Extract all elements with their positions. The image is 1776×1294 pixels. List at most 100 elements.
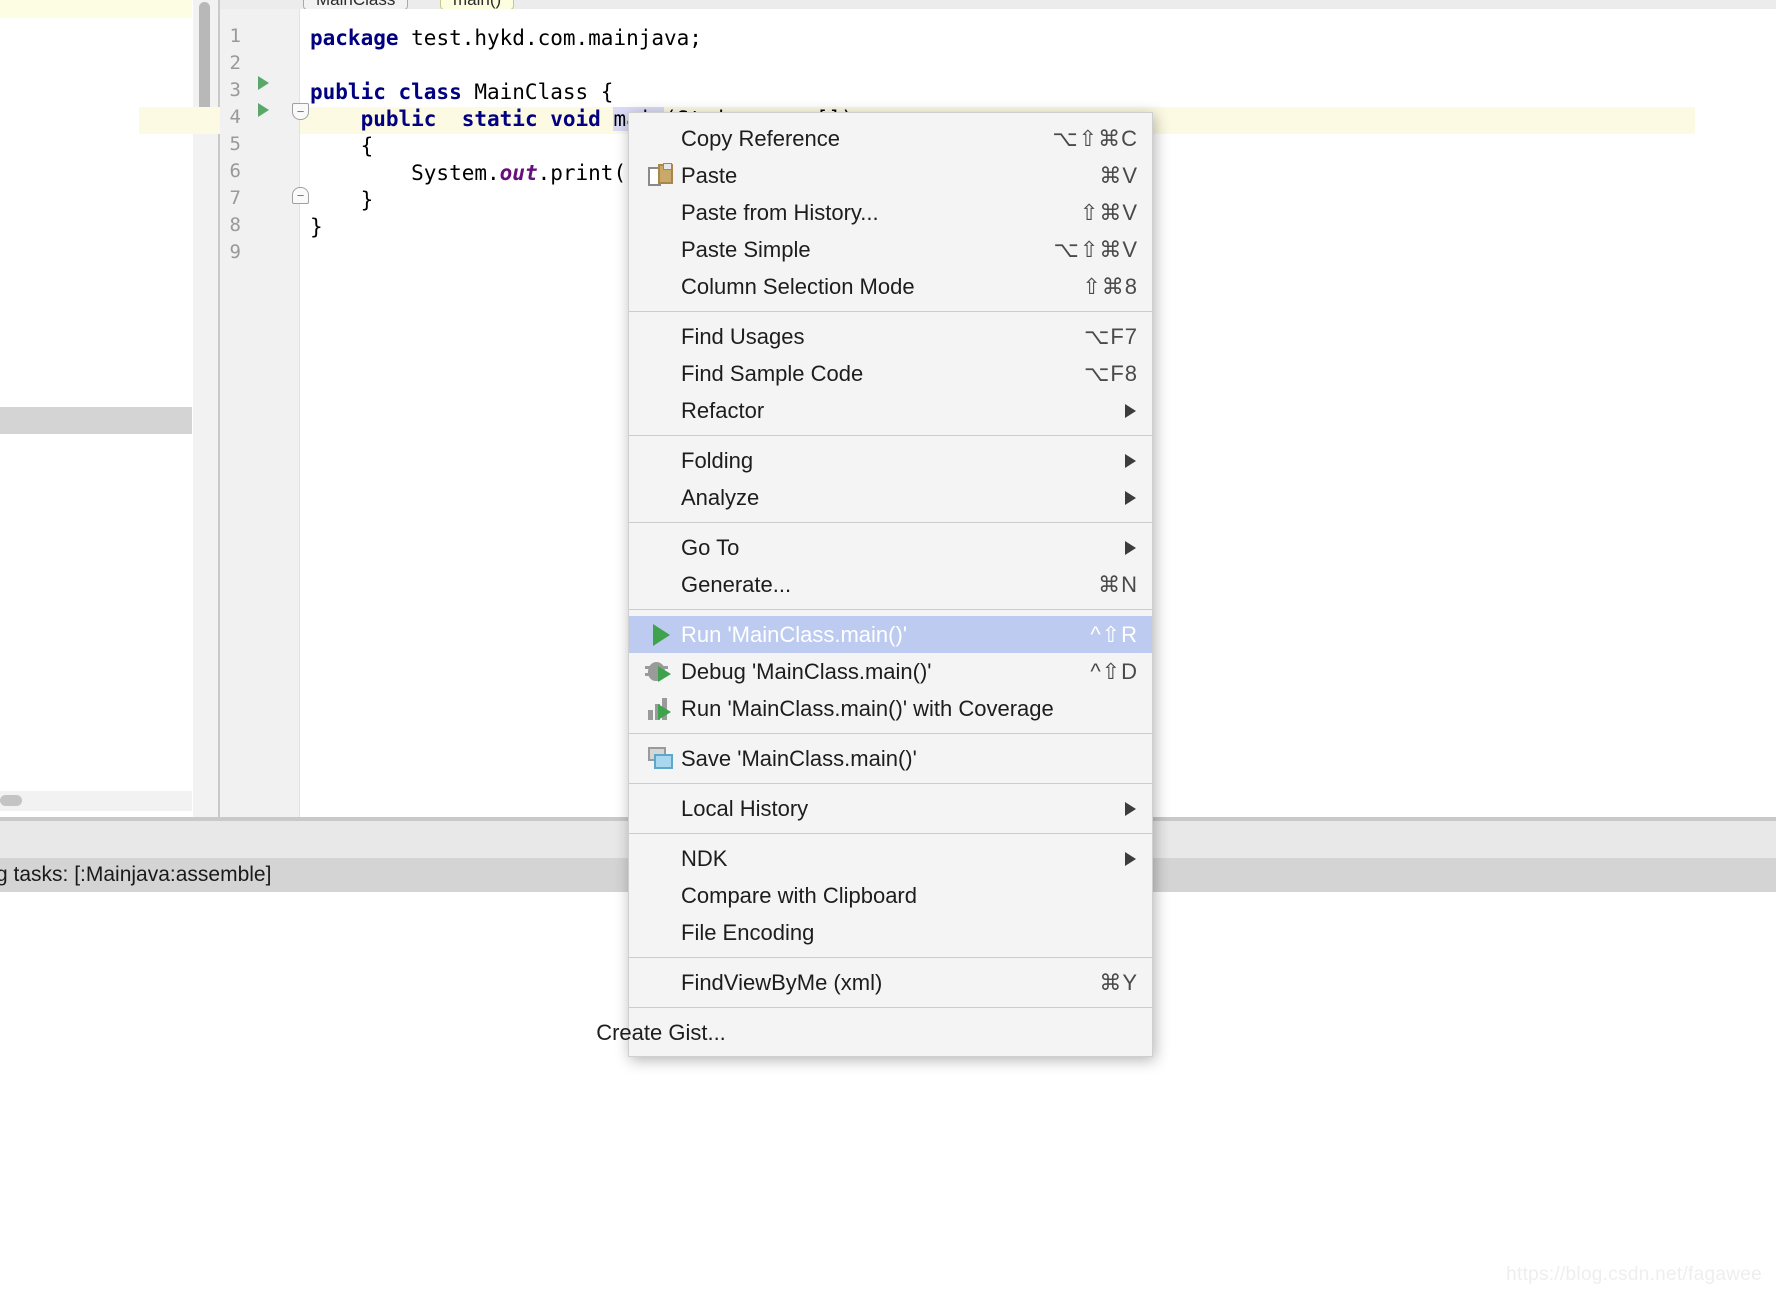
panel-horizontal-scrollbar-thumb[interactable] <box>0 795 22 806</box>
chevron-right-icon <box>1125 453 1136 468</box>
menu-item-file-encoding[interactable]: File Encoding <box>629 914 1152 951</box>
menu-separator <box>629 311 1152 312</box>
menu-item-shortcut: ⇧⌘V <box>1079 199 1138 225</box>
menu-item-run-mainclass-main-with-coverage[interactable]: Run 'MainClass.main()' with Coverage <box>629 690 1152 727</box>
menu-item-ndk[interactable]: NDK <box>629 840 1152 877</box>
line-number: 9 <box>229 241 241 263</box>
menu-item-label: Find Sample Code <box>681 360 864 386</box>
menu-separator <box>629 609 1152 610</box>
menu-item-label: Paste Simple <box>681 236 811 262</box>
menu-item-label: Copy Reference <box>681 125 840 151</box>
menu-item-shortcut: ^⇧R <box>1090 621 1138 647</box>
paste-icon <box>645 162 677 190</box>
chevron-right-icon <box>1125 403 1136 418</box>
run-icon <box>645 621 677 649</box>
menu-item-label: Go To <box>681 534 740 560</box>
menu-item-paste-from-history[interactable]: Paste from History... ⇧⌘V <box>629 194 1152 231</box>
menu-item-find-usages[interactable]: Find Usages ⌥F7 <box>629 318 1152 355</box>
menu-item-label: Save 'MainClass.main()' <box>681 745 917 771</box>
menu-item-create-gist[interactable]: Create Gist... <box>596 1014 1152 1051</box>
menu-item-copy-reference[interactable]: Copy Reference ⌥⇧⌘C <box>629 120 1152 157</box>
menu-item-shortcut: ⌥F8 <box>1083 360 1138 386</box>
menu-item-icon-placeholder <box>645 534 677 562</box>
menu-item-shortcut: ⌘Y <box>1099 969 1138 995</box>
menu-item-icon-placeholder <box>645 447 677 475</box>
run-gutter-icon-main[interactable] <box>258 103 269 117</box>
menu-group: Create Gist... <box>596 1013 1152 1052</box>
menu-group: Folding Analyze <box>629 441 1152 517</box>
editor-context-menu[interactable]: Copy Reference ⌥⇧⌘C Paste ⌘V Paste from Hist… <box>596 112 1153 1057</box>
editor-gutter[interactable]: 1 2 3 4 5 6 7 8 9 − − <box>220 9 309 817</box>
panel-highlight-row <box>0 0 192 18</box>
menu-item-label: Compare with Clipboard <box>681 882 917 908</box>
code-line-5: { <box>310 134 374 158</box>
menu-item-refactor[interactable]: Refactor <box>629 392 1152 429</box>
menu-item-shortcut: ⌥⇧⌘C <box>1052 125 1138 151</box>
menu-item-shortcut: ⌥⇧⌘V <box>1053 236 1138 262</box>
menu-item-icon-placeholder <box>645 969 677 997</box>
menu-item-folding[interactable]: Folding <box>629 442 1152 479</box>
menu-item-go-to[interactable]: Go To <box>629 529 1152 566</box>
menu-item-icon-placeholder <box>645 199 677 227</box>
save-icon <box>645 745 677 773</box>
chevron-right-icon <box>1125 801 1136 816</box>
menu-item-icon-placeholder <box>645 484 677 512</box>
menu-item-label: Paste from History... <box>681 199 879 225</box>
menu-group: Copy Reference ⌥⇧⌘C Paste ⌘V Paste from Hist… <box>629 119 1152 306</box>
menu-item-shortcut: ⌘N <box>1098 571 1138 597</box>
menu-item-icon-placeholder <box>645 273 677 301</box>
menu-item-run-mainclass-main[interactable]: Run 'MainClass.main()' ^⇧R <box>629 616 1152 653</box>
editor-right-margin <box>1752 9 1776 817</box>
chevron-right-icon <box>1125 490 1136 505</box>
menu-item-column-selection-mode[interactable]: Column Selection Mode ⇧⌘8 <box>629 268 1152 305</box>
menu-item-label: Analyze <box>681 484 760 510</box>
tab-main-method-label: main() <box>453 0 501 9</box>
chevron-right-icon <box>1125 851 1136 866</box>
menu-item-icon-placeholder <box>645 882 677 910</box>
menu-item-label: Debug 'MainClass.main()' <box>681 658 932 684</box>
line-number: 7 <box>229 187 241 209</box>
menu-group: Save 'MainClass.main()' <box>629 739 1152 778</box>
menu-item-debug-mainclass-main[interactable]: Debug 'MainClass.main()' ^⇧D <box>629 653 1152 690</box>
line-number: 6 <box>229 160 241 182</box>
watermark: https://blog.csdn.net/fagawee <box>1506 1264 1762 1285</box>
menu-separator <box>629 435 1152 436</box>
code-line-7: } <box>310 188 374 212</box>
menu-item-label: Find Usages <box>681 323 805 349</box>
menu-item-label: Run 'MainClass.main()' <box>681 621 908 647</box>
debug-icon <box>645 658 677 686</box>
menu-item-paste-simple[interactable]: Paste Simple ⌥⇧⌘V <box>629 231 1152 268</box>
menu-item-findviewbyme-xml[interactable]: FindViewByMe (xml) ⌘Y <box>629 964 1152 1001</box>
menu-item-label: Local History <box>681 795 809 821</box>
menu-item-icon-placeholder <box>645 845 677 873</box>
menu-item-label: Create Gist... <box>596 1019 726 1045</box>
menu-item-icon-placeholder <box>645 795 677 823</box>
line-number: 8 <box>229 214 241 236</box>
menu-separator <box>629 833 1152 834</box>
menu-item-shortcut: ⌘V <box>1099 162 1138 188</box>
menu-item-generate[interactable]: Generate... ⌘N <box>629 566 1152 603</box>
menu-item-find-sample-code[interactable]: Find Sample Code ⌥F8 <box>629 355 1152 392</box>
menu-item-label: Folding <box>681 447 754 473</box>
menu-item-compare-with-clipboard[interactable]: Compare with Clipboard <box>629 877 1152 914</box>
line-number: 2 <box>229 52 241 74</box>
status-bar-text: g tasks: [:Mainjava:assemble] <box>0 863 272 886</box>
run-gutter-icon-class[interactable] <box>258 76 269 90</box>
menu-item-icon-placeholder <box>645 125 677 153</box>
line-number: 1 <box>229 25 241 47</box>
menu-item-label: NDK <box>681 845 728 871</box>
line-number: 4 <box>229 106 241 128</box>
menu-item-label: FindViewByMe (xml) <box>681 969 883 995</box>
chevron-right-icon <box>1125 540 1136 555</box>
panel-selected-row[interactable] <box>0 407 192 434</box>
menu-item-analyze[interactable]: Analyze <box>629 479 1152 516</box>
panel-horizontal-scrollbar[interactable] <box>0 791 192 811</box>
menu-item-local-history[interactable]: Local History <box>629 790 1152 827</box>
menu-item-save-mainclass-main[interactable]: Save 'MainClass.main()' <box>629 740 1152 777</box>
menu-item-icon-placeholder <box>645 360 677 388</box>
menu-group: Go To Generate... ⌘N <box>629 528 1152 604</box>
menu-item-paste[interactable]: Paste ⌘V <box>629 157 1152 194</box>
line-number: 5 <box>229 133 241 155</box>
